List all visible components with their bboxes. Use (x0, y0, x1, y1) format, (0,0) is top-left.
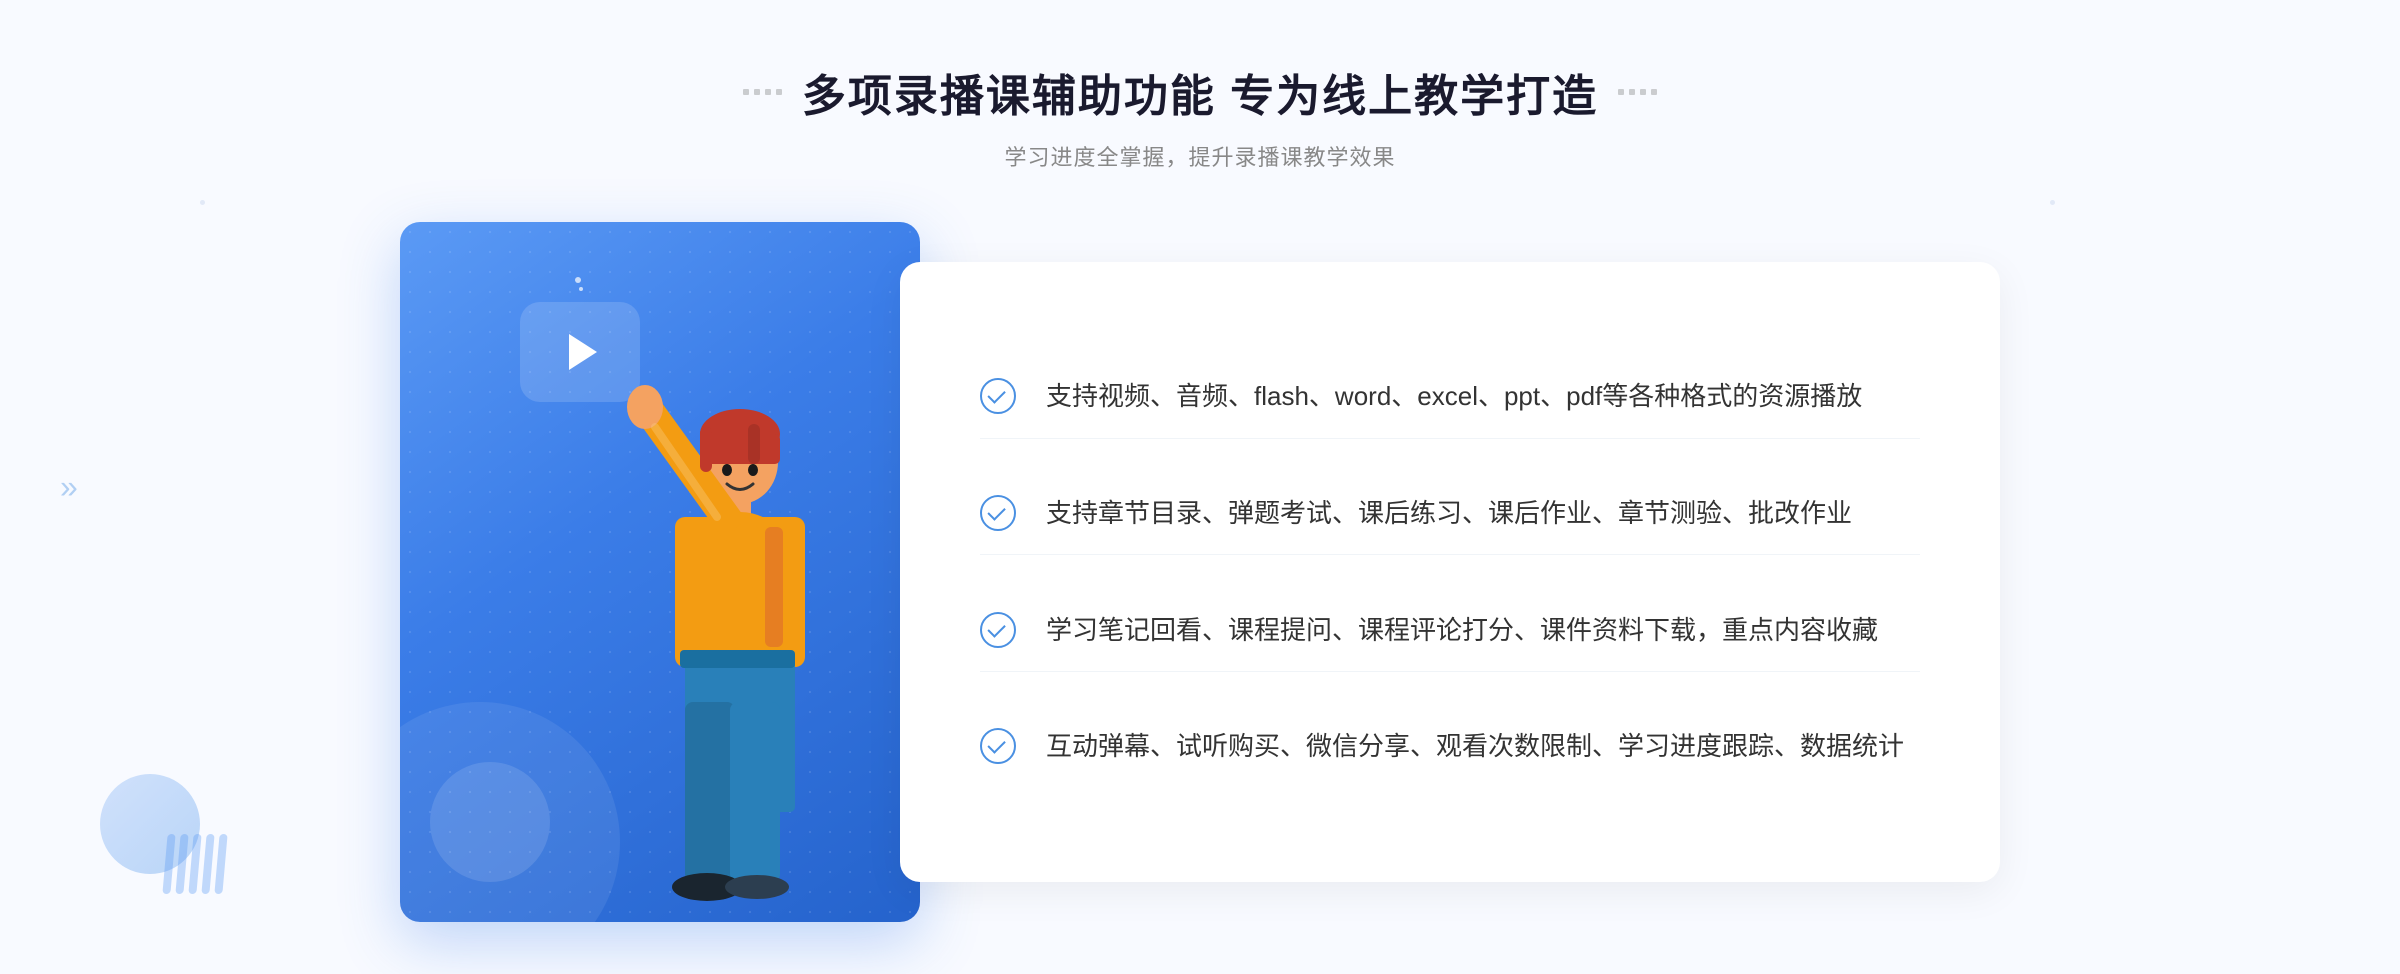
header-decoration-right (1618, 89, 1657, 95)
page-subtitle: 学习进度全掌握，提升录播课教学效果 (743, 140, 1657, 172)
check-icon-2 (980, 495, 1016, 531)
check-icon-4 (980, 728, 1016, 764)
dot-grid-left: for(let i=0;i<64;i++) document.currentSc… (200, 200, 350, 350)
deco-stripes (162, 834, 227, 894)
main-content: 支持视频、音频、flash、word、excel、ppt、pdf等各种格式的资源… (400, 222, 2000, 922)
left-chevrons: » (60, 469, 78, 506)
header-section: 多项录播课辅助功能 专为线上教学打造 学习进度全掌握，提升录播课教学效果 (743, 60, 1657, 172)
feature-text-4: 互动弹幕、试听购买、微信分享、观看次数限制、学习进度跟踪、数据统计 (1046, 726, 1904, 768)
card-circle-small (430, 762, 550, 882)
feature-text-3: 学习笔记回看、课程提问、课程评论打分、课件资料下载，重点内容收藏 (1046, 610, 1878, 652)
person-illustration (555, 362, 905, 922)
sparkle-decoration (575, 277, 583, 291)
check-icon-3 (980, 612, 1016, 648)
page-wrapper: for(let i=0;i<64;i++) document.currentSc… (0, 0, 2400, 974)
right-card: 支持视频、音频、flash、word、excel、ppt、pdf等各种格式的资源… (900, 262, 2000, 882)
check-icon-1 (980, 378, 1016, 414)
feature-item-3: 学习笔记回看、课程提问、课程评论打分、课件资料下载，重点内容收藏 (980, 590, 1920, 673)
header-decoration-left (743, 89, 782, 95)
feature-item-4: 互动弹幕、试听购买、微信分享、观看次数限制、学习进度跟踪、数据统计 (980, 706, 1920, 788)
feature-item-2: 支持章节目录、弹题考试、课后练习、课后作业、章节测验、批改作业 (980, 473, 1920, 556)
page-title: 多项录播课辅助功能 专为线上教学打造 (802, 60, 1598, 124)
header-title-row: 多项录播课辅助功能 专为线上教学打造 (743, 60, 1657, 124)
chevron-icon-1: » (60, 469, 78, 506)
dot-grid-right: for(let i=0;i<64;i++) document.currentSc… (2050, 200, 2200, 350)
feature-text-2: 支持章节目录、弹题考试、课后练习、课后作业、章节测验、批改作业 (1046, 493, 1852, 535)
left-card (400, 222, 920, 922)
feature-item-1: 支持视频、音频、flash、word、excel、ppt、pdf等各种格式的资源… (980, 356, 1920, 439)
feature-text-1: 支持视频、音频、flash、word、excel、ppt、pdf等各种格式的资源… (1046, 376, 1862, 418)
